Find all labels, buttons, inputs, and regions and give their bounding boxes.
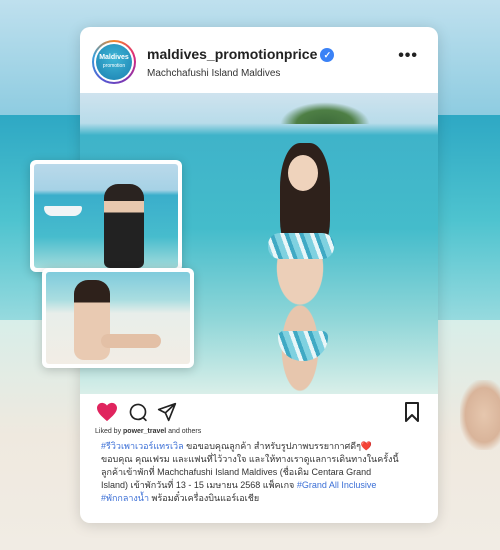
post-actions — [80, 394, 438, 428]
liked-by: Liked by power_travel and others — [95, 428, 202, 435]
boat — [44, 206, 82, 216]
username-text[interactable]: maldives_promotionprice — [147, 46, 317, 62]
more-dots-icon[interactable]: ••• — [398, 47, 418, 65]
hashtag[interactable]: #รีวิวเพาเวอร์แทรเวิล — [101, 441, 184, 451]
avatar-logo: Maldives promotion — [96, 44, 132, 80]
woman-legs — [101, 334, 161, 348]
model-face — [288, 155, 318, 191]
username[interactable]: maldives_promotionprice ✓ — [147, 46, 335, 62]
woman — [74, 280, 110, 360]
verified-badge-icon: ✓ — [320, 48, 335, 62]
avatar[interactable]: Maldives promotion — [92, 40, 136, 84]
bookmark-icon[interactable] — [404, 402, 420, 422]
post-caption: #รีวิวเพาเวอร์แทรเวิล ขอขอบคุณลูกค้า สำห… — [101, 441, 399, 503]
send-icon[interactable] — [157, 402, 177, 422]
inset-photo-boat — [30, 160, 182, 272]
inset-photo-beach — [42, 268, 194, 368]
liked-by-user[interactable]: power_travel — [123, 428, 166, 435]
comment-icon[interactable] — [128, 402, 148, 422]
post-header: Maldives promotion maldives_promotionpri… — [80, 27, 438, 93]
background-arm — [460, 380, 500, 450]
man — [104, 184, 144, 268]
hashtag[interactable]: #พักกลางน้ำ — [101, 493, 149, 503]
island — [280, 102, 370, 124]
location[interactable]: Machchafushi Island Maldives — [147, 68, 280, 79]
hashtag[interactable]: #Grand All Inclusive — [297, 480, 377, 490]
heart-icon[interactable] — [96, 402, 118, 422]
bikini-top — [268, 233, 334, 259]
